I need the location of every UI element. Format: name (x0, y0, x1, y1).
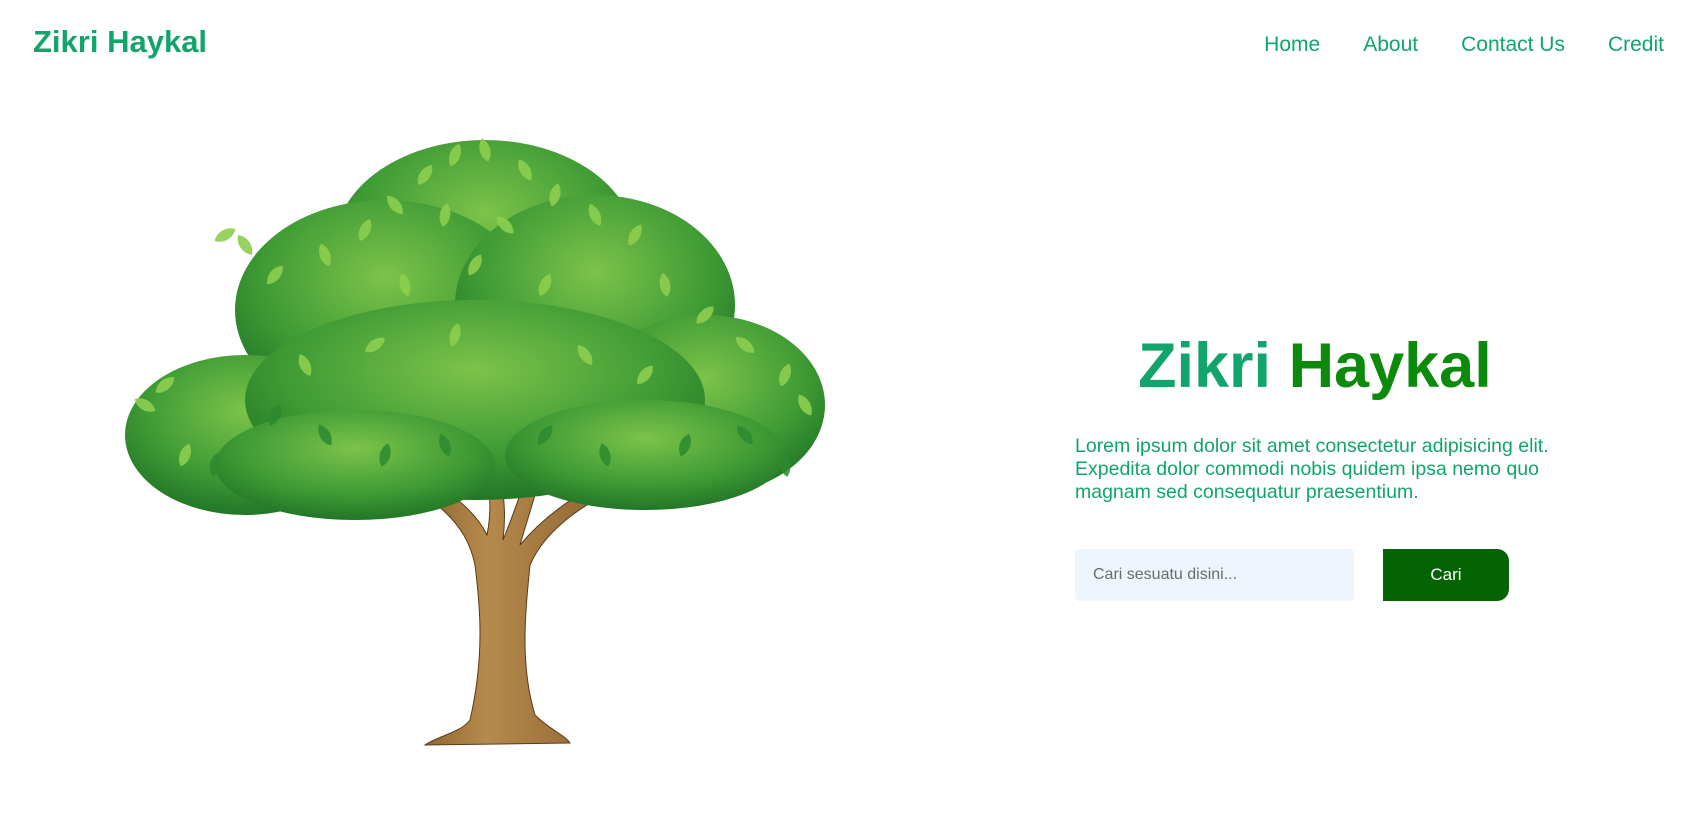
nav-link-credit[interactable]: Credit (1608, 33, 1664, 57)
hero-description: Lorem ipsum dolor sit amet consectetur a… (1075, 435, 1549, 503)
tree-canopy (125, 140, 825, 520)
site-header: Zikri Haykal Home About Contact Us Credi… (0, 0, 1695, 90)
hero-title: Zikri Haykal (1138, 330, 1492, 402)
search-input[interactable] (1075, 549, 1354, 601)
nav-link-home[interactable]: Home (1264, 33, 1320, 57)
search-form: Cari (1075, 549, 1509, 601)
main-nav: Home About Contact Us Credit (1264, 33, 1664, 57)
nav-link-contact-us[interactable]: Contact Us (1461, 33, 1565, 57)
nav-link-about[interactable]: About (1363, 33, 1418, 57)
hero-title-second: Haykal (1288, 331, 1492, 401)
search-button[interactable]: Cari (1383, 549, 1509, 601)
landing-page: Zikri Haykal Home About Contact Us Credi… (0, 0, 1695, 829)
brand-logo-text[interactable]: Zikri Haykal (33, 24, 207, 60)
tree-illustration (125, 135, 895, 785)
hero-title-first: Zikri (1138, 331, 1272, 401)
